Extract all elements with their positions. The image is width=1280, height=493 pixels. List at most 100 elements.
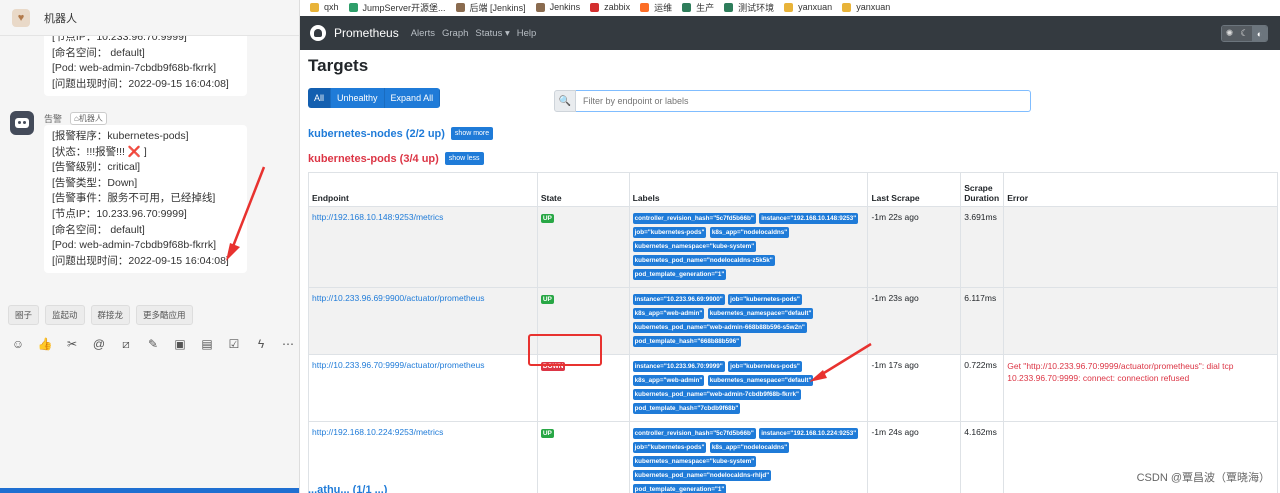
filter-all-button[interactable]: All — [308, 88, 332, 108]
brand-link[interactable]: Prometheus — [334, 26, 399, 40]
bookmark-icon — [348, 2, 358, 12]
filter-buttons: All Unhealthy Expand All — [308, 88, 441, 108]
bookmark-icon — [682, 2, 692, 12]
pool-next-title[interactable]: ...athu... (1/1 ...) — [308, 484, 387, 493]
label-badge: pod_template_generation="1" — [632, 484, 727, 493]
message-line: [命名空间： default] — [52, 46, 145, 59]
scrape-duration: 3.691ms — [960, 206, 1005, 288]
status-end: ] — [143, 145, 147, 158]
chat-header: ♥ 机器人 — [0, 0, 299, 36]
message-line: [问题出现时间：2022-09-15 16:04:08] — [52, 77, 229, 90]
state-badge: UP — [540, 295, 554, 304]
bookmark-label: 测试环境 — [738, 2, 775, 13]
annotation-highlight-box — [528, 334, 602, 366]
scrape-duration: 4.162ms — [960, 421, 1005, 493]
label-badge: kubernetes_pod_name="web-admin-668b88b59… — [632, 322, 807, 333]
thumbs-up-icon[interactable]: 👍 — [37, 336, 53, 352]
bookmark[interactable]: zabbix — [590, 2, 630, 12]
emoji-icon[interactable]: ☺ — [10, 336, 26, 352]
nav-graph[interactable]: Graph — [442, 28, 468, 39]
more-icon[interactable]: ⋯ — [280, 336, 296, 352]
bookmark-label: qxh — [324, 2, 339, 12]
label-badge: job="kubernetes-pods" — [632, 442, 707, 453]
search-input[interactable] — [576, 90, 1031, 112]
header-state: State — [536, 172, 630, 207]
show-more-button[interactable]: show more — [450, 127, 494, 140]
endpoint-link[interactable]: http://192.168.10.148:9253/metrics — [312, 212, 443, 222]
mention-icon[interactable]: @ — [91, 336, 107, 352]
endpoint-link[interactable]: http://10.233.96.69:9900/actuator/promet… — [312, 293, 485, 303]
bot-avatar-icon[interactable] — [10, 111, 34, 135]
chat-bottom-bar — [0, 488, 299, 493]
status-text: [状态：!!!报警!!! — [52, 145, 125, 158]
bookmark[interactable]: 后端 [Jenkins] — [455, 1, 526, 14]
bookmark[interactable]: yanxuan — [842, 2, 890, 12]
label-badge: kubernetes_namespace="kube-system" — [632, 456, 757, 467]
label-badge: pod_template_hash="668b88b596" — [632, 336, 742, 347]
quick-action-circle[interactable]: 圈子 — [8, 305, 40, 325]
lightning-icon[interactable]: ϟ — [253, 336, 269, 352]
dark-theme-icon[interactable]: ☾ — [1237, 26, 1252, 41]
bookmark[interactable]: 测试环境 — [724, 1, 774, 14]
header-endpoint: Endpoint — [308, 172, 538, 207]
label-badge: kubernetes_namespace="default" — [707, 375, 814, 386]
search-icon[interactable]: 🔍 — [554, 90, 576, 112]
state-badge: UP — [540, 429, 554, 438]
slash-command-icon[interactable]: ⧄ — [118, 336, 134, 352]
pool-title-link[interactable]: kubernetes-pods (3/4 up) — [308, 153, 439, 165]
search-group: 🔍 — [554, 90, 1031, 112]
prometheus-logo-icon[interactable] — [310, 25, 326, 41]
header-scrape-duration: Scrape Duration — [960, 172, 1005, 207]
cross-mark-icon: ❌ — [127, 145, 141, 158]
edit-doc-icon[interactable]: ✎ — [145, 336, 161, 352]
pool-kubernetes-nodes: kubernetes-nodes (2/2 up) show more — [308, 127, 494, 140]
message-line: [问题出现时间：2022-09-15 16:04:08] — [52, 254, 229, 267]
bookmark-icon — [640, 2, 650, 12]
label-badge: controller_revision_hash="5c7fd5b66b" — [632, 428, 756, 439]
scissors-icon[interactable]: ✂ — [64, 336, 80, 352]
expand-all-button[interactable]: Expand All — [384, 88, 441, 108]
auto-theme-icon[interactable]: ◐ — [1252, 26, 1267, 41]
chat-panel: ♥ 机器人 [节点IP：10.233.96.70:9999] [命名空间： de… — [0, 0, 300, 493]
chat-title: 机器人 — [44, 12, 77, 25]
bookmark-label: JumpServer开源堡... — [362, 2, 446, 13]
table-row: http://10.233.96.69:9900/actuator/promet… — [308, 287, 1278, 355]
bookmark-icon — [535, 2, 545, 12]
message-line: [命名空间： default] — [52, 223, 145, 236]
bookmark[interactable]: yanxuan — [784, 2, 832, 12]
nav-status[interactable]: Status ▾ — [475, 28, 509, 39]
error-text — [1003, 287, 1278, 355]
table-row: http://192.168.10.148:9253/metrics UP co… — [308, 206, 1278, 288]
scrape-duration: 0.722ms — [960, 354, 1005, 422]
bookmark[interactable]: 运维 — [640, 1, 672, 14]
light-theme-icon[interactable]: ✺ — [1222, 26, 1237, 41]
bookmark[interactable]: qxh — [310, 2, 339, 12]
task-check-icon[interactable]: ☑ — [226, 336, 242, 352]
prometheus-navbar: Prometheus Alerts Graph Status ▾ Help ✺ … — [300, 16, 1280, 50]
error-text: Get "http://10.233.96.70:9999/actuator/p… — [1003, 354, 1278, 422]
quick-action-start[interactable]: 监起动 — [45, 305, 85, 325]
label-badge: kubernetes_pod_name="nodelocaldns-rhljd" — [632, 470, 772, 481]
bookmark[interactable]: Jenkins — [535, 2, 580, 12]
bookmark[interactable]: JumpServer开源堡... — [348, 1, 446, 14]
table-row: http://10.233.96.70:9999/actuator/promet… — [308, 354, 1278, 422]
label-badge: controller_revision_hash="5c7fd5b66b" — [632, 213, 756, 224]
last-scrape: -1m 22s ago — [867, 206, 962, 288]
quick-action-chain[interactable]: 群接龙 — [90, 305, 131, 325]
pool-title-link[interactable]: kubernetes-nodes (2/2 up) — [308, 128, 445, 140]
label-badge: instance="192.168.10.148:9253" — [759, 213, 859, 224]
nav-alerts[interactable]: Alerts — [411, 28, 435, 39]
bot-tag-label: 机器人 — [78, 114, 103, 123]
label-badge: k8s_app="web-admin" — [632, 308, 705, 319]
endpoint-link[interactable]: http://10.233.96.70:9999/actuator/promet… — [312, 360, 485, 370]
nav-help[interactable]: Help — [517, 28, 537, 39]
quick-action-more[interactable]: 更多酷应用 — [136, 305, 193, 325]
endpoint-link[interactable]: http://192.168.10.224:9253/metrics — [312, 427, 443, 437]
filter-unhealthy-button[interactable]: Unhealthy — [331, 88, 385, 108]
show-less-button[interactable]: show less — [444, 152, 484, 165]
label-badge: k8s_app="nodelocaldns" — [709, 442, 790, 453]
bookmark[interactable]: 生产 — [682, 1, 714, 14]
folder-icon[interactable]: ▣ — [172, 336, 188, 352]
label-badge: kubernetes_pod_name="web-admin-7cbdb9f68… — [632, 389, 801, 400]
calendar-icon[interactable]: ▤ — [199, 336, 215, 352]
